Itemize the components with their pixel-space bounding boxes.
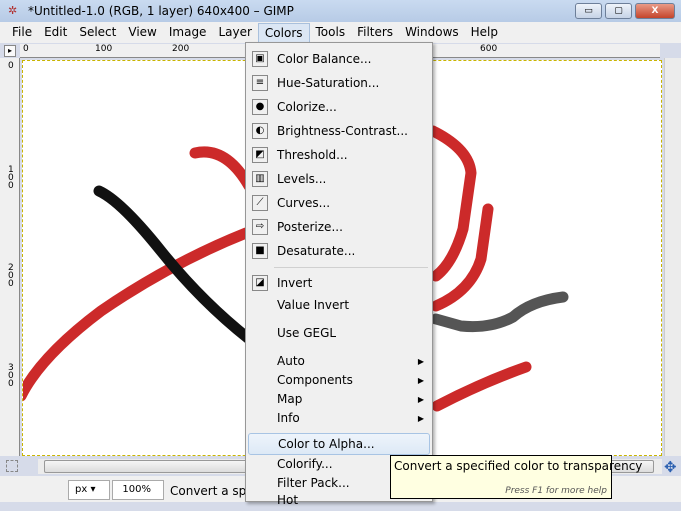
colors-menu: ▣ Color Balance... ≡ Hue-Saturation... ● Colo… bbox=[245, 42, 433, 507]
menu-item-label: Posterize... bbox=[277, 220, 343, 234]
menu-windows[interactable]: Windows bbox=[399, 23, 465, 42]
ruler-label: 0 bbox=[8, 61, 14, 71]
menu-item-levels[interactable]: ▥ Levels... bbox=[248, 168, 430, 190]
menu-item-label: Auto bbox=[277, 354, 305, 368]
menu-filters[interactable]: Filters bbox=[351, 23, 399, 42]
ruler-label: 200 bbox=[172, 44, 190, 54]
menu-item-label: Colorize... bbox=[277, 100, 337, 114]
navigate-icon[interactable]: ✥ bbox=[664, 458, 677, 476]
menu-item-label: Colorify... bbox=[277, 457, 333, 471]
menu-colors[interactable]: Colors bbox=[257, 22, 310, 43]
menu-item-label: Brightness-Contrast... bbox=[277, 124, 408, 138]
title-bar: ✲ *Untitled-1.0 (RGB, 1 layer) 640x400 –… bbox=[0, 0, 681, 22]
zoom-value: 100% bbox=[122, 484, 151, 495]
unit-select[interactable]: px ▾ bbox=[68, 480, 110, 500]
menu-item-label: Value Invert bbox=[277, 298, 350, 312]
menu-item-label: Filter Pack... bbox=[277, 476, 350, 490]
quick-mask-toggle-icon[interactable]: ▸ bbox=[4, 45, 16, 57]
tooltip-hint: Press F1 for more help bbox=[505, 486, 607, 496]
quick-mask-icon[interactable] bbox=[6, 460, 18, 472]
menu-item-label: Threshold... bbox=[277, 148, 348, 162]
menu-item-label: Hot bbox=[277, 493, 299, 507]
menu-select[interactable]: Select bbox=[73, 23, 122, 42]
tooltip-text: Convert a specified color to transparenc… bbox=[394, 459, 643, 473]
menu-item-label: Info bbox=[277, 411, 300, 425]
menu-item-hue-saturation[interactable]: ≡ Hue-Saturation... bbox=[248, 72, 430, 94]
menu-item-label: Desaturate... bbox=[277, 244, 356, 258]
window-title: *Untitled-1.0 (RGB, 1 layer) 640x400 – G… bbox=[28, 4, 294, 18]
menu-item-value-invert[interactable]: Value Invert bbox=[248, 294, 430, 316]
red-stroke bbox=[431, 361, 532, 412]
close-button[interactable]: X bbox=[635, 3, 675, 19]
menu-item-label: Use GEGL bbox=[277, 326, 337, 340]
brightness-contrast-icon: ◐ bbox=[252, 123, 268, 139]
menu-item-label: Hue-Saturation... bbox=[277, 76, 380, 90]
zoom-select[interactable]: 100% bbox=[112, 480, 164, 500]
curves-icon: ⟋ bbox=[252, 195, 268, 211]
invert-icon: ◪ bbox=[252, 275, 268, 291]
posterize-icon: ⇨ bbox=[252, 219, 268, 235]
submenu-arrow-icon: ▶ bbox=[417, 413, 424, 423]
submenu-arrow-icon: ▶ bbox=[417, 356, 424, 366]
menu-item-info[interactable]: Info ▶ bbox=[248, 407, 430, 429]
ruler-label: 0 bbox=[23, 44, 29, 54]
menu-item-brightness-contrast[interactable]: ◐ Brightness-Contrast... bbox=[248, 120, 430, 142]
menu-item-color-balance[interactable]: ▣ Color Balance... bbox=[248, 48, 430, 70]
menu-item-curves[interactable]: ⟋ Curves... bbox=[248, 192, 430, 214]
menu-tools[interactable]: Tools bbox=[310, 23, 352, 42]
ruler-label: 300 bbox=[8, 363, 14, 389]
vertical-scrollbar[interactable] bbox=[664, 58, 681, 456]
levels-icon: ▥ bbox=[252, 171, 268, 187]
menu-item-label: Color Balance... bbox=[277, 52, 372, 66]
menu-help[interactable]: Help bbox=[465, 23, 504, 42]
black-stroke bbox=[93, 185, 255, 345]
menu-item-desaturate[interactable]: ■ Desaturate... bbox=[248, 240, 430, 262]
menu-bar: File Edit Select View Image Layer Colors Tools F… bbox=[0, 22, 681, 43]
menu-image[interactable]: Image bbox=[163, 23, 213, 42]
menu-edit[interactable]: Edit bbox=[38, 23, 73, 42]
menu-item-label: Map bbox=[277, 392, 303, 406]
color-balance-icon: ▣ bbox=[252, 51, 268, 67]
ruler-label: 100 bbox=[8, 165, 14, 191]
menu-item-label: Components bbox=[277, 373, 353, 387]
menu-file[interactable]: File bbox=[6, 23, 38, 42]
desaturate-icon: ■ bbox=[252, 243, 268, 259]
ruler-label: 100 bbox=[95, 44, 113, 54]
red-stroke bbox=[427, 125, 477, 282]
menu-item-use-gegl[interactable]: Use GEGL bbox=[248, 322, 430, 344]
menu-item-posterize[interactable]: ⇨ Posterize... bbox=[248, 216, 430, 238]
hue-saturation-icon: ≡ bbox=[252, 75, 268, 91]
gimp-logo-icon: ✲ bbox=[8, 4, 18, 17]
vertical-ruler: 0 100 200 300 bbox=[0, 58, 20, 456]
menu-view[interactable]: View bbox=[122, 23, 162, 42]
menu-item-label: Invert bbox=[277, 276, 313, 290]
submenu-arrow-icon: ▶ bbox=[417, 375, 424, 385]
menu-item-colorize[interactable]: ● Colorize... bbox=[248, 96, 430, 118]
submenu-arrow-icon: ▶ bbox=[417, 394, 424, 404]
threshold-icon: ◩ bbox=[252, 147, 268, 163]
tooltip: Convert a specified color to transparenc… bbox=[390, 455, 642, 499]
status-message: Convert a specified color to transparenc… bbox=[170, 484, 246, 498]
unit-value: px bbox=[75, 484, 88, 495]
ruler-label: 200 bbox=[8, 263, 14, 289]
menu-item-threshold[interactable]: ◩ Threshold... bbox=[248, 144, 430, 166]
menu-item-label: Curves... bbox=[277, 196, 331, 210]
maximize-button[interactable]: ▢ bbox=[605, 3, 632, 19]
ruler-label: 600 bbox=[480, 44, 498, 54]
menu-item-label: Levels... bbox=[277, 172, 327, 186]
menu-item-color-to-alpha[interactable]: Color to Alpha... bbox=[248, 433, 430, 455]
menu-separator bbox=[274, 267, 428, 268]
menu-layer[interactable]: Layer bbox=[212, 23, 257, 42]
minimize-button[interactable]: ▭ bbox=[575, 3, 602, 19]
menu-item-label: Color to Alpha... bbox=[278, 437, 375, 451]
colorize-icon: ● bbox=[252, 99, 268, 115]
menu-item-invert[interactable]: ◪ Invert bbox=[248, 272, 430, 294]
